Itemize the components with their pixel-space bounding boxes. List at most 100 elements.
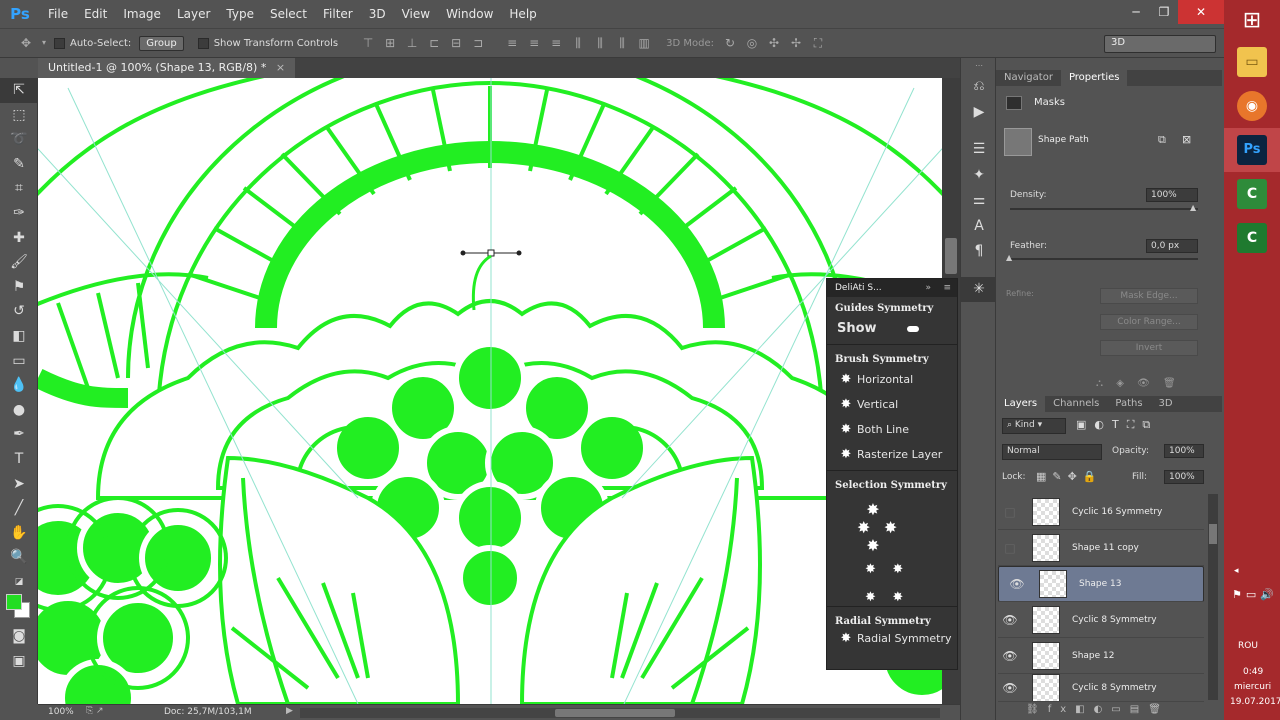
- eye-icon[interactable]: 👁: [998, 681, 1022, 695]
- feather-slider[interactable]: [1010, 258, 1198, 260]
- panel-menu-icon[interactable]: ≡: [943, 279, 951, 297]
- fill-field[interactable]: 100%: [1164, 470, 1204, 484]
- strip-grip[interactable]: ⋯: [961, 58, 997, 74]
- density-slider[interactable]: [1010, 208, 1198, 210]
- align-right-icon[interactable]: ⊐: [470, 35, 486, 51]
- clock-time[interactable]: 0:49: [1243, 667, 1263, 677]
- scroll-thumb[interactable]: [945, 238, 957, 274]
- file-explorer-icon[interactable]: ▭: [1237, 47, 1267, 77]
- density-slider-handle[interactable]: ▲: [1190, 203, 1196, 212]
- brush-rasterize-layer[interactable]: ✸ Rasterize Layer: [827, 442, 957, 467]
- menu-3d[interactable]: 3D: [361, 0, 394, 28]
- gradient-tool-icon[interactable]: ▭: [0, 349, 38, 374]
- screen-mode-icon[interactable]: ▣: [0, 649, 38, 674]
- brush-horizontal[interactable]: ✸ Horizontal: [827, 367, 957, 392]
- show-guides-toggle[interactable]: [906, 325, 919, 332]
- dodge-tool-icon[interactable]: ●: [0, 398, 38, 423]
- eye-icon[interactable]: 👁: [998, 613, 1022, 627]
- actions-panel-icon[interactable]: ▶: [961, 100, 997, 126]
- 3d-rotate-icon[interactable]: ↻: [722, 35, 738, 51]
- tray-arrow-icon[interactable]: ◂: [1234, 566, 1239, 576]
- zoom-tool-icon[interactable]: 🔍: [0, 545, 38, 570]
- horizontal-scrollbar[interactable]: [300, 708, 940, 718]
- windows-start-icon[interactable]: ⊞: [1243, 8, 1261, 33]
- layer-row[interactable]: 👁 Cyclic 8 Symmetry: [998, 674, 1204, 702]
- distribute-bottom-icon[interactable]: ≡: [548, 35, 564, 51]
- foreground-color-swatch[interactable]: [6, 594, 22, 611]
- auto-align-icon[interactable]: ▥: [636, 35, 652, 51]
- tab-properties[interactable]: Properties: [1060, 70, 1128, 86]
- align-hcenter-icon[interactable]: ⊟: [448, 35, 464, 51]
- eye-icon[interactable]: 👁: [1005, 577, 1029, 591]
- 3d-roll-icon[interactable]: ◎: [744, 35, 760, 51]
- tab-close-icon[interactable]: ×: [276, 61, 285, 74]
- menu-layer[interactable]: Layer: [169, 0, 218, 28]
- blur-tool-icon[interactable]: 💧: [0, 373, 38, 398]
- layer-row[interactable]: 👁 Shape 12: [998, 638, 1204, 674]
- layer-row[interactable]: □ Cyclic 16 Symmetry: [998, 494, 1204, 530]
- distribute-left-icon[interactable]: ⫼: [570, 35, 586, 51]
- pen-tool-icon[interactable]: ✒: [0, 422, 38, 447]
- camtasia-icon[interactable]: C: [1237, 179, 1267, 209]
- distribute-vcenter-icon[interactable]: ≡: [526, 35, 542, 51]
- brush-both-line[interactable]: ✸ Both Line: [827, 417, 957, 442]
- move-tool-icon[interactable]: ⇱: [0, 78, 38, 103]
- stamp-tool-icon[interactable]: ⚑: [0, 275, 38, 300]
- menu-type[interactable]: Type: [218, 0, 262, 28]
- tab-layers[interactable]: Layers: [996, 396, 1046, 412]
- select-mask-icon[interactable]: ⧉: [1158, 133, 1166, 147]
- default-colors-icon[interactable]: ◪: [0, 570, 38, 595]
- keyboard-language[interactable]: ROU: [1238, 641, 1258, 651]
- invert-button[interactable]: Invert: [1100, 340, 1198, 356]
- apply-mask-icon[interactable]: ⊠: [1182, 133, 1191, 146]
- menu-edit[interactable]: Edit: [76, 0, 115, 28]
- load-selection-icon[interactable]: ⛬: [1096, 378, 1103, 389]
- minimize-button[interactable]: ─: [1122, 0, 1150, 24]
- zoom-level[interactable]: 100%: [48, 707, 74, 717]
- align-top-icon[interactable]: ⊤: [360, 35, 376, 51]
- auto-select-dropdown[interactable]: Group: [139, 35, 184, 51]
- density-field[interactable]: 100%: [1146, 188, 1198, 202]
- show-transform-checkbox[interactable]: [197, 37, 209, 49]
- menu-window[interactable]: Window: [438, 0, 501, 28]
- layers-scroll-thumb[interactable]: [1209, 524, 1217, 544]
- distribute-top-icon[interactable]: ≡: [504, 35, 520, 51]
- eraser-tool-icon[interactable]: ◧: [0, 324, 38, 349]
- selection-star-cluster-2[interactable]: ✸ ✸ ✸ ✸: [865, 563, 903, 605]
- align-vcenter-icon[interactable]: ⊞: [382, 35, 398, 51]
- selection-star-cluster-1[interactable]: ✸ ✸ ✸ ✸: [857, 501, 897, 555]
- blend-mode-dropdown[interactable]: Normal: [1002, 444, 1102, 460]
- visibility-empty-icon[interactable]: □: [998, 541, 1022, 555]
- lock-icons[interactable]: ▦✎✥🔒: [1036, 470, 1103, 483]
- lasso-tool-icon[interactable]: ➰: [0, 127, 38, 152]
- brush-presets-icon[interactable]: ✦: [961, 163, 997, 189]
- menu-image[interactable]: Image: [115, 0, 169, 28]
- history-panel-icon[interactable]: ⎌: [961, 74, 997, 100]
- character-panel-icon[interactable]: A: [961, 214, 997, 240]
- quick-select-tool-icon[interactable]: ✎: [0, 152, 38, 177]
- layers-scrollbar[interactable]: [1208, 494, 1218, 700]
- tab-paths[interactable]: Paths: [1107, 396, 1150, 412]
- quick-mask-icon[interactable]: ◙: [0, 624, 38, 649]
- feather-field[interactable]: 0,0 px: [1146, 239, 1198, 253]
- hscroll-thumb[interactable]: [555, 709, 675, 717]
- document-tab[interactable]: Untitled-1 @ 100% (Shape 13, RGB/8) * ×: [38, 58, 296, 78]
- chevron-down-icon[interactable]: ▾: [40, 35, 48, 51]
- tray-icons[interactable]: ⚑▭🔊: [1232, 588, 1278, 601]
- photoshop-taskbar-icon[interactable]: Ps: [1237, 135, 1267, 165]
- hand-tool-icon[interactable]: ✋: [0, 521, 38, 546]
- tab-channels[interactable]: Channels: [1045, 396, 1107, 412]
- align-left-icon[interactable]: ⊏: [426, 35, 442, 51]
- line-tool-icon[interactable]: ╱: [0, 496, 38, 521]
- paragraph-styles-icon[interactable]: ☰: [961, 137, 997, 163]
- eye-icon[interactable]: 👁: [998, 649, 1022, 663]
- 3d-slide-icon[interactable]: ✢: [788, 35, 804, 51]
- visibility-empty-icon[interactable]: □: [998, 505, 1022, 519]
- auto-select-checkbox[interactable]: [54, 37, 65, 49]
- restore-button[interactable]: ❐: [1150, 0, 1178, 24]
- history-brush-tool-icon[interactable]: ↺: [0, 299, 38, 324]
- camtasia-recorder-icon[interactable]: C: [1237, 223, 1267, 253]
- visibility-icon[interactable]: 👁: [1137, 378, 1150, 389]
- brush-tool-icon[interactable]: 🖌: [0, 250, 38, 275]
- paragraph-panel-icon[interactable]: ¶: [961, 239, 997, 265]
